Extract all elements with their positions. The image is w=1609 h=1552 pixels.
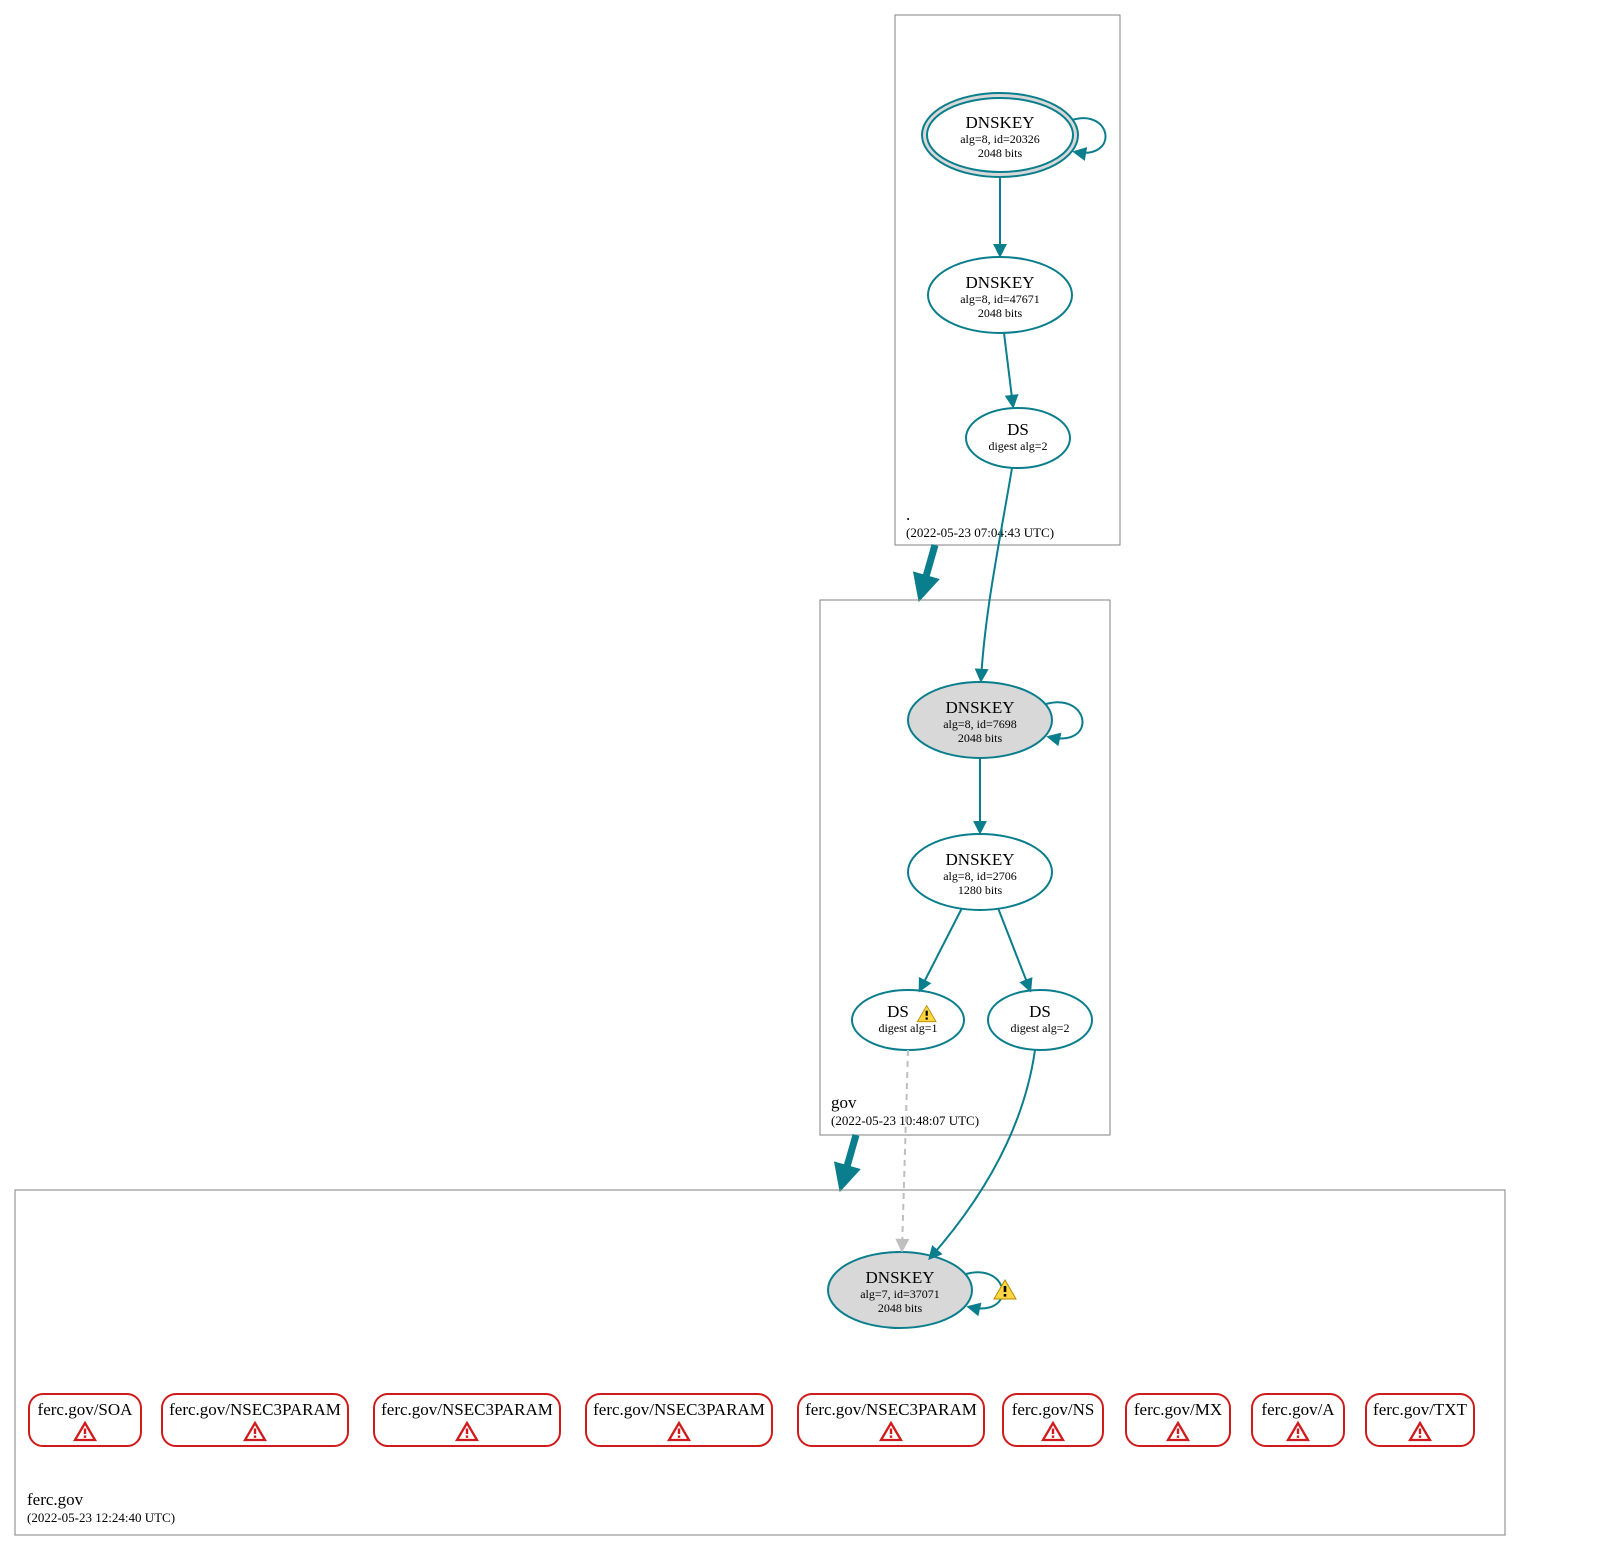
zone-root: . (2022-05-23 07:04:43 UTC) DNSKEY alg=8… [895,15,1120,545]
zone-ferc: ferc.gov (2022-05-23 12:24:40 UTC) DNSKE… [15,1050,1505,1535]
warning-icon [994,1280,1016,1299]
record-label: ferc.gov/NSEC3PARAM [169,1400,341,1419]
root-zsk-sub2: 2048 bits [978,306,1023,320]
gov-ksk-title: DNSKEY [946,698,1015,717]
record-nsec3param-3: ferc.gov/NSEC3PARAM [586,1394,772,1446]
root-zsk-title: DNSKEY [966,273,1035,292]
record-txt: ferc.gov/TXT [1366,1394,1474,1446]
record-label: ferc.gov/TXT [1373,1400,1468,1419]
record-ns: ferc.gov/NS [1003,1394,1103,1446]
record-label: ferc.gov/NSEC3PARAM [381,1400,553,1419]
node-root-zsk: DNSKEY alg=8, id=47671 2048 bits [928,257,1072,333]
record-label: ferc.gov/A [1261,1400,1335,1419]
edge-gov-zsk-ds2 [998,908,1030,990]
record-label: ferc.gov/NSEC3PARAM [593,1400,765,1419]
edge-root-zsk-ds [1004,333,1013,406]
record-label: ferc.gov/NS [1012,1400,1095,1419]
record-a: ferc.gov/A [1252,1394,1344,1446]
node-ferc-ksk: DNSKEY alg=7, id=37071 2048 bits [828,1252,972,1328]
node-gov-ds2: DS digest alg=2 [988,990,1092,1050]
zone-gov-name: gov [831,1093,857,1112]
edge-gov-to-ferc [842,1135,856,1184]
ferc-ksk-sub2: 2048 bits [878,1301,923,1315]
node-root-ksk: DNSKEY alg=8, id=20326 2048 bits [922,93,1078,177]
zone-ferc-name: ferc.gov [27,1490,84,1509]
gov-ds2-title: DS [1029,1002,1051,1021]
record-label: ferc.gov/NSEC3PARAM [805,1400,977,1419]
edge-root-to-gov [921,545,935,594]
root-ksk-title: DNSKEY [966,113,1035,132]
gov-zsk-sub2: 1280 bits [958,883,1003,897]
root-ksk-sub2: 2048 bits [978,146,1023,160]
record-nsec3param-1: ferc.gov/NSEC3PARAM [162,1394,348,1446]
record-soa: ferc.gov/SOA [29,1394,141,1446]
edge-gov-zsk-ds1 [920,908,962,990]
ferc-records-row: ferc.gov/SOA ferc.gov/NSEC3PARAM ferc.go… [29,1394,1474,1446]
record-label: ferc.gov/SOA [38,1400,134,1419]
root-ksk-sub1: alg=8, id=20326 [960,132,1040,146]
node-root-ds: DS digest alg=2 [966,408,1070,468]
zone-root-ts: (2022-05-23 07:04:43 UTC) [906,525,1054,540]
zone-root-name: . [906,505,910,524]
root-zsk-sub1: alg=8, id=47671 [960,292,1040,306]
ferc-ksk-sub1: alg=7, id=37071 [860,1287,940,1301]
gov-ds1-sub1: digest alg=1 [878,1021,937,1035]
edge-gov-ds1-to-ferc [902,1050,908,1250]
gov-ksk-sub1: alg=8, id=7698 [943,717,1017,731]
record-label: ferc.gov/MX [1134,1400,1222,1419]
root-ds-sub1: digest alg=2 [988,439,1047,453]
gov-ksk-sub2: 2048 bits [958,731,1003,745]
record-nsec3param-2: ferc.gov/NSEC3PARAM [374,1394,560,1446]
edge-gov-ds2-to-ferc [930,1050,1035,1258]
gov-ds2-sub1: digest alg=2 [1010,1021,1069,1035]
gov-ds1-title: DS [887,1002,909,1021]
ferc-ksk-title: DNSKEY [866,1268,935,1287]
zone-gov: gov (2022-05-23 10:48:07 UTC) DNSKEY alg… [820,468,1110,1135]
gov-zsk-title: DNSKEY [946,850,1015,869]
gov-zsk-sub1: alg=8, id=2706 [943,869,1017,883]
record-nsec3param-4: ferc.gov/NSEC3PARAM [798,1394,984,1446]
record-mx: ferc.gov/MX [1126,1394,1230,1446]
root-ds-title: DS [1007,420,1029,439]
edge-root-ds-to-gov-ksk [981,468,1012,680]
node-gov-zsk: DNSKEY alg=8, id=2706 1280 bits [908,834,1052,910]
node-gov-ksk: DNSKEY alg=8, id=7698 2048 bits [908,682,1052,758]
zone-ferc-ts: (2022-05-23 12:24:40 UTC) [27,1510,175,1525]
node-gov-ds1: DS digest alg=1 [852,990,964,1050]
